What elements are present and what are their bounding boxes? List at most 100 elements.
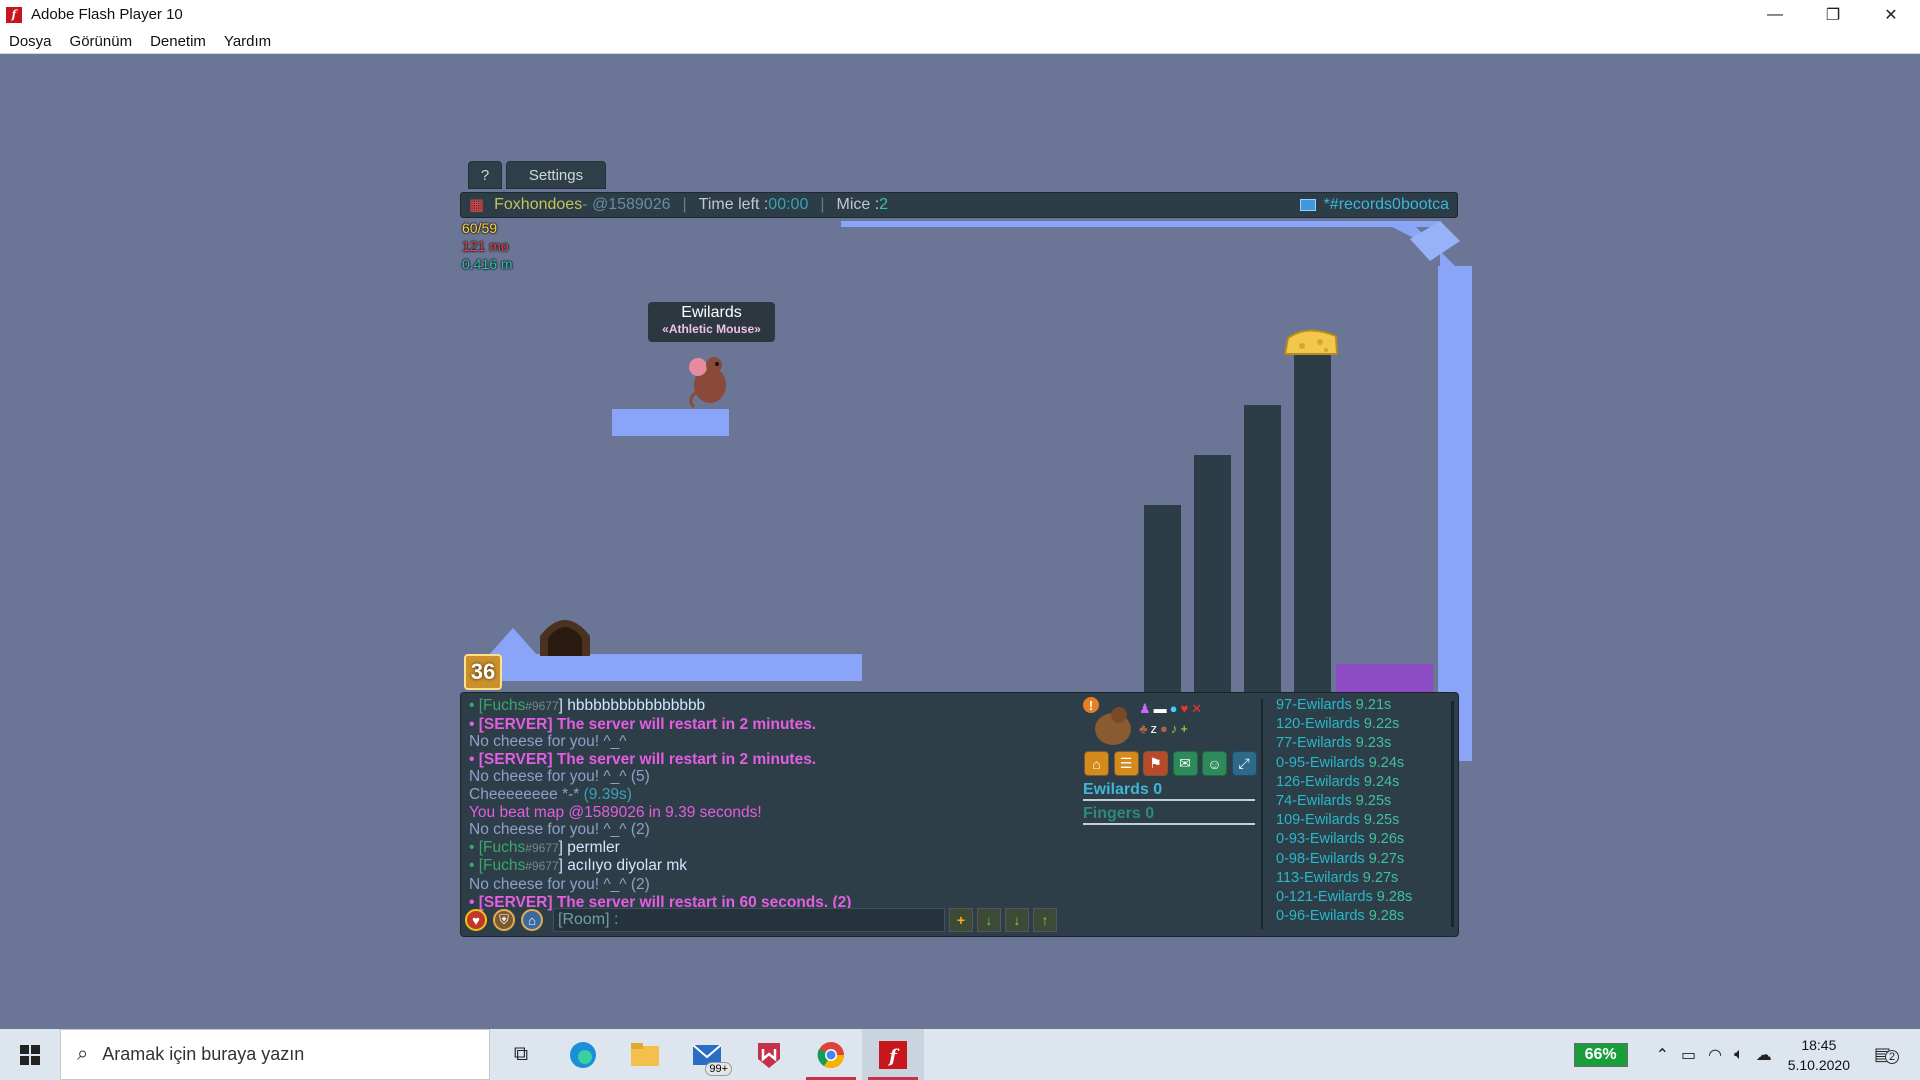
- battery-icon[interactable]: ▭: [1681, 1045, 1696, 1065]
- record-row: 74-Ewilards 9.25s: [1276, 792, 1412, 811]
- time-label: Time left :: [698, 196, 769, 213]
- discord-icon[interactable]: ☺: [1202, 751, 1227, 776]
- score-ewilards: Ewilards 0: [1083, 781, 1255, 801]
- chat-user-tag: #9677: [525, 699, 559, 713]
- list-icon[interactable]: ☰: [1113, 751, 1139, 776]
- record-time: 9.24s: [1363, 773, 1400, 790]
- cloud-icon[interactable]: ☁︎: [1756, 1045, 1772, 1065]
- mail-badge: 99+: [705, 1062, 732, 1076]
- chat-input[interactable]: [Room] :: [553, 908, 945, 932]
- wifi-icon[interactable]: ◠: [1708, 1045, 1722, 1065]
- tribe-icon[interactable]: ⚑: [1143, 751, 1168, 776]
- window-controls: — ❐ ✕: [1746, 0, 1920, 29]
- record-name: 0-98-Ewilards: [1276, 850, 1365, 867]
- restore-button[interactable]: ❐: [1804, 0, 1862, 29]
- chat-log: • [Fuchs#9677] hbbbbbbbbbbbbbbb • [SERVE…: [469, 697, 1059, 911]
- record-name: 74-Ewilards: [1276, 793, 1352, 810]
- heart-icon[interactable]: ♥: [465, 909, 487, 931]
- chevron-up-icon[interactable]: ⌃: [1656, 1045, 1669, 1065]
- battery-indicator[interactable]: 66%: [1573, 1042, 1628, 1067]
- clock[interactable]: 18:45 5.10.2020: [1788, 1035, 1850, 1075]
- mouse-character-icon[interactable]: [680, 351, 736, 409]
- chat-line: No cheese for you! ^_^ (2): [469, 875, 650, 893]
- chat-line: • [SERVER] The server will restart in 2 …: [469, 715, 817, 733]
- fullscreen-icon[interactable]: ⤢: [1231, 751, 1257, 776]
- arrow-down-icon[interactable]: ↓: [1005, 908, 1029, 932]
- settings-tab[interactable]: Settings: [506, 161, 606, 189]
- file-explorer-app[interactable]: [614, 1029, 676, 1080]
- window-titlebar: f Adobe Flash Player 10 — ❐ ✕: [0, 0, 1920, 29]
- room-label: *#records0bootca: [1323, 196, 1449, 213]
- record-name: 77-Ewilards: [1276, 735, 1352, 752]
- chat-line: • [Fuchs#9677] permler: [469, 839, 1059, 858]
- game-stage[interactable]: ? Settings ▦ Foxhondoes - @1589026 | Tim…: [0, 54, 1920, 1029]
- mice-count: 2: [879, 196, 889, 213]
- menu-gorunum[interactable]: Görünüm: [70, 33, 133, 50]
- record-row: 126-Ewilards 9.24s: [1276, 773, 1412, 792]
- record-row: 109-Ewilards 9.25s: [1276, 811, 1412, 830]
- edge-app[interactable]: [552, 1029, 614, 1080]
- window-title: Adobe Flash Player 10: [31, 6, 183, 23]
- house-icon[interactable]: ⌂: [521, 909, 543, 931]
- mcafee-app[interactable]: [738, 1029, 800, 1080]
- room-flag-icon: [1299, 199, 1316, 211]
- chat-user[interactable]: [Fuchs: [479, 839, 526, 856]
- debug-stats: 60/59 121 mo 0.416 m: [462, 219, 513, 273]
- chat-input-row: ♥ ⛨ ⌂ [Room] : + ↓ ↓ ↑: [465, 907, 1057, 933]
- record-row: 0-95-Ewilards 9.24s: [1276, 754, 1412, 773]
- pillar-4: [1294, 355, 1331, 696]
- start-button[interactable]: [0, 1029, 60, 1080]
- record-row: 0-96-Ewilards 9.28s: [1276, 907, 1412, 926]
- arrow-up-icon[interactable]: ↑: [1033, 908, 1057, 932]
- record-time: 9.24s: [1368, 754, 1405, 771]
- record-name: 0-93-Ewilards: [1276, 831, 1365, 848]
- minimize-button[interactable]: —: [1746, 0, 1804, 29]
- flash-app[interactable]: f: [862, 1029, 924, 1080]
- shop-icon[interactable]: ⌂: [1084, 751, 1109, 776]
- map-code: - @1589026: [582, 196, 671, 213]
- cheese-icon: [1283, 329, 1339, 355]
- player-name[interactable]: Foxhondoes: [494, 196, 582, 214]
- chat-user[interactable]: [Fuchs: [479, 857, 526, 874]
- mouse-checker-icon: ▦: [469, 197, 485, 214]
- chat-line: No cheese for you! ^_^ (5): [469, 768, 650, 786]
- chat-user[interactable]: [Fuchs: [479, 697, 526, 714]
- chat-line: No cheese for you! ^_^ (2): [469, 821, 650, 839]
- notification-count: 2: [1885, 1050, 1900, 1064]
- close-button[interactable]: ✕: [1862, 0, 1920, 29]
- emote-icons[interactable]: ♟▬●♥✕ ♣z●♪+: [1139, 699, 1205, 739]
- chrome-app[interactable]: [800, 1029, 862, 1080]
- fps-stat: 60/59: [462, 220, 498, 236]
- taskbar-search[interactable]: ⌕ Aramak için buraya yazın: [60, 1029, 490, 1080]
- nametag-name: Ewilards: [681, 304, 742, 321]
- record-time: 9.22s: [1363, 716, 1400, 733]
- record-name: 0-96-Ewilards: [1276, 908, 1365, 925]
- volume-icon[interactable]: 🔈︎: [1734, 1046, 1744, 1064]
- separator: |: [820, 196, 825, 213]
- notification-button[interactable]: ▤2: [1874, 1044, 1910, 1065]
- search-placeholder: Aramak için buraya yazın: [102, 1044, 305, 1064]
- chat-line: You beat map @1589026 in 9.39 seconds!: [469, 803, 762, 821]
- clock-date: 5.10.2020: [1787, 1056, 1850, 1073]
- room-name[interactable]: *#records0bootca: [1299, 196, 1449, 214]
- separator: |: [682, 196, 687, 213]
- menu-icon-row: ⌂ ☰ ⚑ ✉ ☺ ⤢: [1084, 751, 1261, 776]
- records-list: 97-Ewilards 9.21s 120-Ewilards 9.22s 77-…: [1276, 696, 1412, 926]
- task-view-button[interactable]: ⧉: [490, 1029, 552, 1080]
- menu-dosya[interactable]: Dosya: [9, 33, 52, 50]
- shield-icon[interactable]: ⛨: [493, 909, 515, 931]
- chat-icon[interactable]: ✉: [1172, 751, 1198, 776]
- records-scrollbar[interactable]: [1451, 701, 1454, 927]
- record-name: 109-Ewilards: [1276, 812, 1360, 829]
- plus-button[interactable]: +: [949, 908, 973, 932]
- menu-denetim[interactable]: Denetim: [150, 33, 206, 50]
- record-row: 97-Ewilards 9.21s: [1276, 696, 1412, 715]
- help-tab[interactable]: ?: [468, 161, 502, 189]
- player-avatar[interactable]: !: [1083, 697, 1137, 749]
- mcafee-icon: [758, 1042, 780, 1068]
- mail-app[interactable]: 99+: [676, 1029, 738, 1080]
- menu-yardim[interactable]: Yardım: [224, 33, 271, 50]
- arrow-down-icon[interactable]: ↓: [977, 908, 1001, 932]
- record-name: 126-Ewilards: [1276, 773, 1360, 790]
- memory-stat: 0.416 m: [462, 256, 513, 272]
